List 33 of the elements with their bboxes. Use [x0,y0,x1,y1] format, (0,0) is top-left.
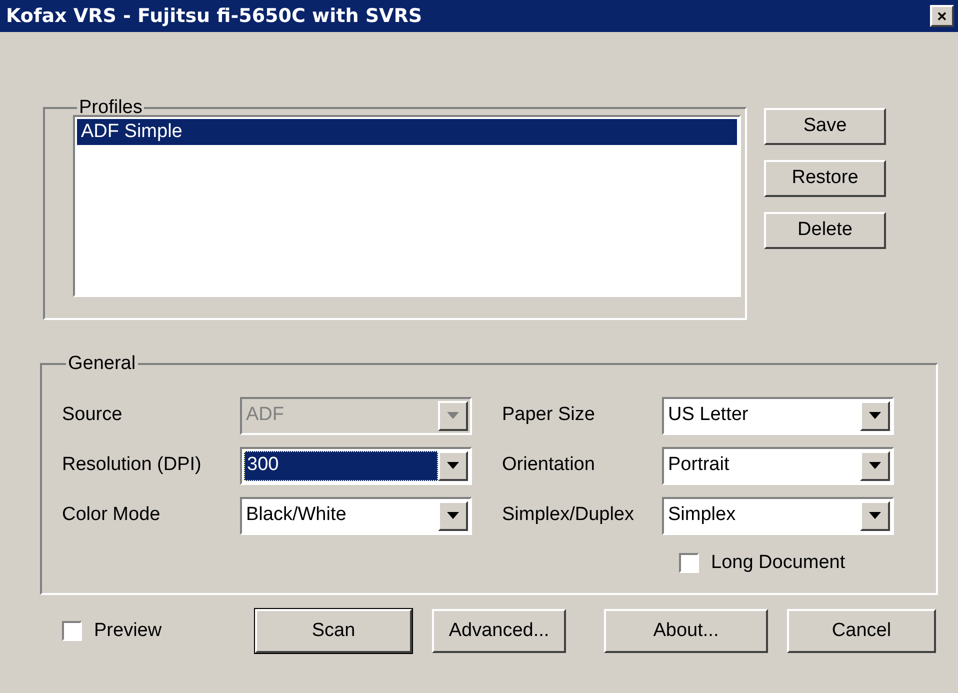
list-item[interactable]: ADF Simple [77,118,737,144]
dropdown-value: Simplex [667,503,737,528]
dropdown-value: Black/White [245,503,348,528]
dropdown-value: ADF [245,403,285,428]
dialog-button[interactable]: About... [604,609,768,653]
group-title: General [67,352,137,376]
dropdown[interactable]: Portrait [662,446,894,484]
dropdown[interactable]: US Letter [662,396,894,434]
field-label: Paper Size [502,403,596,428]
profile-action-button[interactable]: Delete [764,212,886,249]
field-label: Resolution (DPI) [62,453,202,478]
profile-action-button[interactable]: Save [764,108,886,145]
dialog-button[interactable]: Scan [255,609,412,653]
checkbox[interactable] [62,621,82,641]
field-label: Orientation [502,453,596,478]
dropdown-value: Portrait [667,453,730,478]
checkbox-label: Long Document [711,550,846,574]
checkbox-label: Preview [94,618,162,643]
dialog-button[interactable]: Cancel [787,609,936,653]
dropdown[interactable]: Simplex [662,496,894,534]
dialog-button[interactable]: Advanced... [432,609,566,653]
field-label: Source [62,403,124,428]
profile-action-button[interactable]: Restore [764,160,886,197]
dropdown[interactable]: Black/White [240,496,472,534]
field-label: Color Mode [62,503,162,528]
dropdown-value: US Letter [667,403,750,428]
dropdown-value: 300 [244,450,438,480]
field-label: Simplex/Duplex [502,503,635,528]
dropdown[interactable]: 300 [240,446,472,484]
window-title: Kofax VRS - Fujitsu fi-5650C with SVRS [6,4,422,29]
profile-list[interactable]: ADF Simple [73,114,741,296]
checkbox[interactable] [679,552,699,573]
close-button[interactable]: ✕ [930,5,954,27]
